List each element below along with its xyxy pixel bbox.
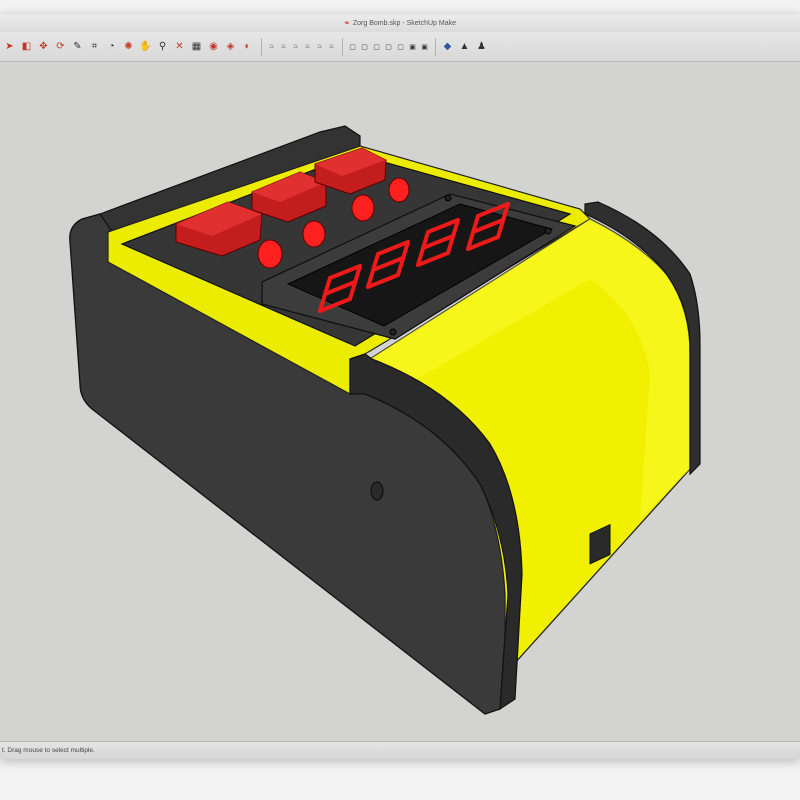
side-mount-hole [370,481,384,501]
position-camera-tool-button[interactable]: ▲ [457,38,472,56]
text-icon: ⌗ [91,41,98,52]
view-top-button[interactable]: ⌂ [278,38,289,56]
backedges-icon: ▢ [361,43,368,51]
sketchup-window: ❧ Zorg Bomb.skp - SketchUp Make ➤ ◧ ✥ ⟳ ✎ ⌗ ◔ ✺… [0,14,800,759]
monochrome-icon: ▣ [421,43,428,51]
protractor-icon: ◔ [108,41,115,52]
textured-icon: ▣ [409,43,416,51]
walk-icon: ♟ [477,41,486,52]
style-textured-button[interactable]: ▣ [407,38,418,56]
bezel-screw [544,227,552,235]
style-wireframe-button[interactable]: ▢ [371,38,382,56]
title-bar: ❧ Zorg Bomb.skp - SketchUp Make [0,14,800,32]
bezel-screw [389,328,397,336]
style-shaded-button[interactable]: ▢ [395,38,406,56]
drawing-viewport[interactable] [0,63,800,741]
eraser-tool-button[interactable]: ◧ [19,38,34,56]
zorg-bomb-model[interactable] [68,125,701,715]
extension-tool-button[interactable]: ◉ [206,38,221,56]
window-title: Zorg Bomb.skp - SketchUp Make [352,19,456,27]
materials-tool-button[interactable]: ◐ [240,38,255,56]
toolbar-separator [261,37,262,56]
orbit-tool-button[interactable]: ✺ [121,38,136,56]
rotate-tool-button[interactable]: ⟳ [53,38,68,56]
arrow-icon: ➤ [5,41,14,52]
view-right-button[interactable]: ⌂ [302,38,313,56]
paint-bucket-icon: ◐ [244,41,251,52]
style-hidden-line-button[interactable]: ▢ [383,38,394,56]
camera-icon: ▲ [459,41,470,52]
main-toolbar: ➤ ◧ ✥ ⟳ ✎ ⌗ ◔ ✺ ✋ ⚲ ✕ ▦ ◉ ◈ ◐ ⌂ ⌂ ⌂ ⌂ ⌂ ⌂ ▢ ▢ ▢ ▢ ▢ ▣ ▣ ◆ ▲ ♟ [0,32,800,62]
sketchup-app-icon: ❧ [344,20,350,27]
sandbox-icon: ◆ [443,41,452,52]
components-icon: ◈ [226,41,235,52]
indicator-led [388,177,410,203]
house-left-icon: ⌂ [329,43,334,50]
tape-measure-icon: ✎ [73,41,82,52]
toolbar-separator [342,37,343,56]
house-iso-icon: ⌂ [269,43,274,50]
status-text: t. Drag mouse to select multiple. [2,747,95,754]
house-back-icon: ⌂ [317,43,322,50]
indicator-led [351,194,375,222]
indicator-led [257,239,283,269]
warehouse-icon: ▦ [191,41,202,52]
zoom-icon: ⚲ [158,41,167,52]
move-icon: ✥ [39,41,48,52]
indicator-led [302,220,326,248]
orbit-icon: ✺ [124,41,133,52]
bezel-screw [444,194,452,202]
wireframe-icon: ▢ [373,43,380,51]
view-back-button[interactable]: ⌂ [314,38,325,56]
xray-icon: ▢ [349,43,356,51]
zoom-extents-tool-button[interactable]: ✕ [172,38,187,56]
rotate-icon: ⟳ [56,41,65,52]
model-canvas[interactable] [0,63,800,741]
house-right-icon: ⌂ [305,43,310,50]
view-front-button[interactable]: ⌂ [290,38,301,56]
view-iso-button[interactable]: ⌂ [266,38,277,56]
text-tool-button[interactable]: ⌗ [87,38,102,56]
hidden-line-icon: ▢ [385,43,392,51]
house-top-icon: ⌂ [281,43,286,50]
extension-icon: ◉ [209,41,218,52]
view-left-button[interactable]: ⌂ [326,38,337,56]
toolbar-separator [435,37,436,56]
tape-tool-button[interactable]: ✎ [70,38,85,56]
walk-tool-button[interactable]: ♟ [474,38,489,56]
move-tool-button[interactable]: ✥ [36,38,51,56]
components-tool-button[interactable]: ◈ [223,38,238,56]
protractor-tool-button[interactable]: ◔ [104,38,119,56]
zoom-tool-button[interactable]: ⚲ [155,38,170,56]
sandbox-tool-button[interactable]: ◆ [440,38,455,56]
style-backedges-button[interactable]: ▢ [359,38,370,56]
select-tool-button[interactable]: ➤ [2,38,17,56]
shaded-icon: ▢ [397,43,404,51]
status-bar: t. Drag mouse to select multiple. [0,741,800,759]
style-monochrome-button[interactable]: ▣ [419,38,430,56]
pan-tool-button[interactable]: ✋ [138,38,153,56]
pan-icon: ✋ [139,41,152,52]
house-front-icon: ⌂ [293,43,298,50]
style-xray-button[interactable]: ▢ [347,38,358,56]
eraser-icon: ◧ [21,41,32,52]
zoom-extents-icon: ✕ [175,41,184,52]
warehouse-tool-button[interactable]: ▦ [189,38,204,56]
